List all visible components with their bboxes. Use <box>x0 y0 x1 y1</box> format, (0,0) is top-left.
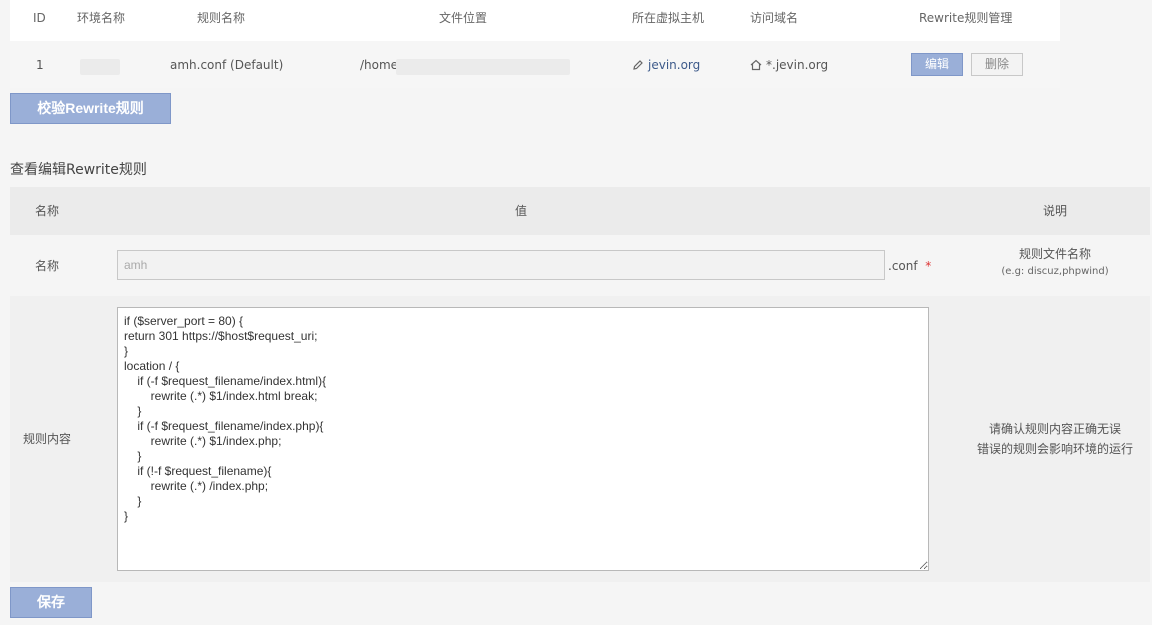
rule-name-input[interactable] <box>117 250 885 280</box>
row-domain: *.jevin.org <box>750 55 828 77</box>
edit-table-header: 名称 值 说明 <box>10 187 1150 235</box>
name-desc-line2: (e.g: discuz,phpwind) <box>1001 266 1109 277</box>
suffix-text: .conf <box>888 259 918 273</box>
name-row: 名称 .conf * 规则文件名称 (e.g: discuz,phpwind) <box>10 235 1150 296</box>
col-vhost: 所在虚拟主机 <box>632 11 705 25</box>
section-title: 查看编辑Rewrite规则 <box>10 162 147 178</box>
name-description: 规则文件名称 (e.g: discuz,phpwind) <box>935 244 1152 280</box>
edit-button[interactable]: 编辑 <box>911 53 963 76</box>
col-file-path: 文件位置 <box>439 11 488 25</box>
rewrite-content-textarea[interactable]: if ($server_port = 80) { return 301 http… <box>117 307 929 571</box>
redacted-file-path <box>396 59 570 75</box>
required-mark: * <box>925 259 932 273</box>
col-rule-name: 规则名称 <box>197 11 246 25</box>
home-icon <box>750 57 762 77</box>
col-env-name: 环境名称 <box>77 11 126 25</box>
rewrite-list-table: ID 环境名称 规则名称 文件位置 所在虚拟主机 访问域名 Rewrite规则管… <box>10 0 1060 88</box>
content-description: 请确认规则内容正确无误 错误的规则会影响环境的运行 <box>935 419 1152 459</box>
pencil-icon <box>632 57 644 77</box>
vhost-link[interactable]: jevin.org <box>648 58 700 72</box>
save-button[interactable]: 保存 <box>10 587 92 618</box>
row-vhost[interactable]: jevin.org <box>632 55 700 77</box>
name-label: 名称 <box>35 259 60 273</box>
col-name: 名称 <box>35 204 60 218</box>
col-manage: Rewrite规则管理 <box>919 11 1013 25</box>
table-header-row: ID 环境名称 规则名称 文件位置 所在虚拟主机 访问域名 Rewrite规则管… <box>10 0 1060 40</box>
row-id: 1 <box>36 58 44 72</box>
row-rule-name: amh.conf (Default) <box>170 58 284 72</box>
verify-rewrite-button[interactable]: 校验Rewrite规则 <box>10 93 171 124</box>
content-row: 规则内容 if ($server_port = 80) { return 301… <box>10 296 1150 582</box>
content-label: 规则内容 <box>23 432 72 446</box>
col-id: ID <box>33 11 46 25</box>
col-domain: 访问域名 <box>750 11 799 25</box>
content-desc-line1: 请确认规则内容正确无误 <box>988 422 1121 436</box>
domain-text: *.jevin.org <box>766 58 829 72</box>
delete-button[interactable]: 删除 <box>971 53 1023 76</box>
table-row: 1 amh.conf (Default) /home/ jevin.org *.… <box>10 41 1060 88</box>
name-desc-line1: 规则文件名称 <box>1018 247 1091 261</box>
redacted-env-name <box>80 59 120 75</box>
col-value: 值 <box>515 204 528 218</box>
conf-suffix: .conf * <box>888 256 931 276</box>
col-desc: 说明 <box>1043 204 1068 218</box>
content-desc-line2: 错误的规则会影响环境的运行 <box>976 442 1133 456</box>
